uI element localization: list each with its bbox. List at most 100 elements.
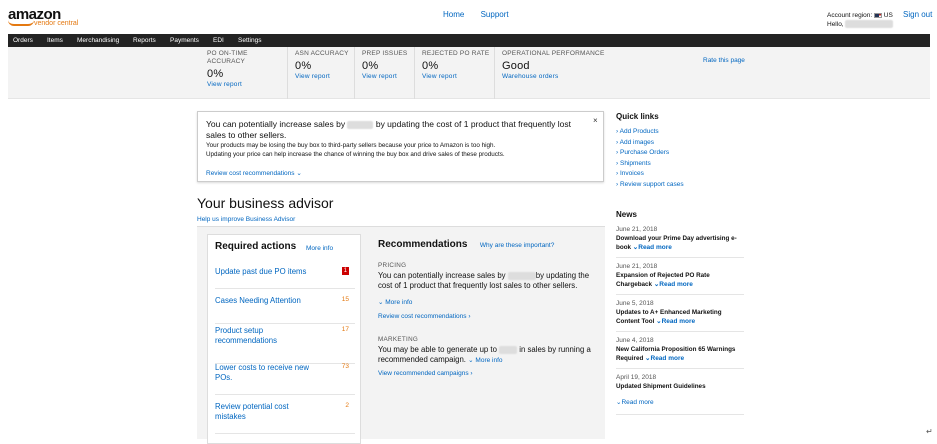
account-region[interactable]: US: [884, 12, 893, 19]
alert-message: You can potentially increase sales by by…: [206, 119, 586, 141]
pricing-caption: PRICING: [378, 262, 407, 269]
chevron-down-icon: ⌄: [296, 170, 302, 177]
news-item: June 21, 2018 Expansion of Rejected PO R…: [616, 262, 744, 295]
metric-prep-issues: PREP ISSUES 0% View report: [362, 50, 407, 80]
us-flag-icon: [873, 12, 882, 18]
action-count: 15: [341, 296, 349, 303]
read-more-link[interactable]: ⌄Read more: [633, 244, 672, 251]
news-title: News: [616, 210, 637, 219]
nav-reports[interactable]: Reports: [133, 37, 156, 44]
sales-alert-banner: You can potentially increase sales by by…: [197, 111, 604, 182]
top-links: Home Support: [443, 10, 523, 19]
read-more-link[interactable]: ⌄Read more: [654, 281, 693, 288]
required-action-item[interactable]: Update past due PO items 1: [215, 267, 355, 289]
marketing-more-info-link[interactable]: ⌄ More info: [468, 357, 502, 364]
metric-value: 0%: [207, 68, 224, 80]
account-info: Account region: US Hello,: [827, 11, 894, 29]
action-label[interactable]: Lower costs to receive new POs.: [215, 363, 315, 383]
required-action-item[interactable]: Cases Needing Attention 15: [215, 296, 355, 324]
quick-link-invoices[interactable]: › Invoices: [616, 169, 684, 180]
close-icon[interactable]: ×: [593, 116, 598, 125]
required-actions-title: Required actions: [215, 241, 297, 252]
required-actions-card: Required actions More info Update past d…: [207, 234, 361, 444]
action-count: 73: [341, 363, 349, 370]
nav-settings[interactable]: Settings: [238, 37, 262, 44]
rate-this-page-link[interactable]: Rate this page: [703, 57, 745, 64]
metrics-bar: PO ON-TIME ACCURACY 0% View report ASN A…: [8, 47, 930, 99]
quick-link-add-products[interactable]: › Add Products: [616, 127, 684, 138]
nav-merchandising[interactable]: Merchandising: [77, 37, 119, 44]
warehouse-orders-link[interactable]: Warehouse orders: [502, 73, 604, 80]
action-label[interactable]: Update past due PO items: [215, 267, 315, 277]
news-item: June 21, 2018 Download your Prime Day ad…: [616, 225, 744, 258]
read-more-link[interactable]: ⌄Read more: [616, 399, 654, 406]
amazon-vendor-central-logo[interactable]: amazon vendor central: [8, 7, 78, 27]
alert-detail-line: Updating your price can help increase th…: [206, 151, 505, 158]
read-more-link[interactable]: ⌄Read more: [645, 355, 684, 362]
news-item: June 5, 2018 Updates to A+ Enhanced Mark…: [616, 299, 744, 332]
quick-link-shipments[interactable]: › Shipments: [616, 159, 684, 170]
view-recommended-campaigns-link[interactable]: View recommended campaigns ›: [378, 370, 598, 377]
more-info-link[interactable]: More info: [306, 245, 333, 252]
nav-edi[interactable]: EDI: [213, 37, 224, 44]
required-action-item[interactable]: Lower costs to receive new POs. 73: [215, 363, 355, 395]
action-label[interactable]: Product setup recommendations: [215, 326, 315, 346]
alert-text-pre: You can potentially increase sales by: [206, 119, 346, 129]
pricing-more-info-link[interactable]: ⌄ More info: [378, 299, 412, 306]
pricing-text-pre: You can potentially increase sales by: [378, 271, 506, 280]
action-label[interactable]: Review potential cost mistakes: [215, 402, 315, 422]
metric-label: OPERATIONAL PERFORMANCE: [502, 50, 605, 57]
nav-payments[interactable]: Payments: [170, 37, 199, 44]
logo-subtitle: vendor central: [34, 20, 79, 27]
why-important-link[interactable]: Why are these important?: [480, 242, 554, 249]
news-date: June 21, 2018: [616, 263, 658, 270]
alert-detail-line: Your products may be losing the buy box …: [206, 142, 496, 149]
metric-po-on-time: PO ON-TIME ACCURACY 0% View report: [207, 50, 277, 88]
required-action-item[interactable]: Review potential cost mistakes 2: [215, 402, 355, 434]
quick-links-title: Quick links: [616, 112, 659, 121]
quick-link-review-support-cases[interactable]: › Review support cases: [616, 180, 684, 191]
pricing-text: You can potentially increase sales by by…: [378, 271, 598, 291]
metric-label: ASN ACCURACY: [295, 50, 349, 57]
metric-value: 0%: [422, 60, 439, 72]
sign-out-link[interactable]: Sign out: [903, 10, 932, 19]
marketing-text: You may be able to generate up to in sal…: [378, 345, 598, 366]
divider: [494, 47, 495, 99]
metric-rejected-po-rate: REJECTED PO RATE 0% View report: [422, 50, 489, 80]
review-cost-recommendations-link[interactable]: Review cost recommendations ›: [378, 313, 598, 320]
quick-link-purchase-orders[interactable]: › Purchase Orders: [616, 148, 684, 159]
view-report-link[interactable]: View report: [422, 73, 489, 80]
divider: [287, 47, 288, 99]
action-count: 2: [345, 402, 349, 409]
news-panel: News June 21, 2018 Download your Prime D…: [616, 210, 744, 419]
marketing-text-pre: You may be able to generate up to: [378, 345, 497, 354]
support-link[interactable]: Support: [481, 10, 509, 19]
help-improve-advisor-link[interactable]: Help us improve Business Advisor: [197, 216, 295, 223]
metric-value: 0%: [295, 60, 312, 72]
read-more-link[interactable]: ⌄Read more: [656, 318, 695, 325]
quick-links: Quick links › Add Products › Add images …: [616, 112, 684, 190]
news-date: June 21, 2018: [616, 226, 658, 233]
metric-value: 0%: [362, 60, 379, 72]
view-report-link[interactable]: View report: [362, 73, 407, 80]
review-cost-recommendations-link[interactable]: Review cost recommendations ⌄: [206, 169, 302, 177]
nav-orders[interactable]: Orders: [13, 37, 33, 44]
logo-smile-icon: [8, 20, 34, 26]
quick-link-add-images[interactable]: › Add images: [616, 138, 684, 149]
metric-label: PREP ISSUES: [362, 50, 408, 57]
metric-label: PO ON-TIME ACCURACY: [207, 50, 248, 65]
view-report-link[interactable]: View report: [207, 81, 277, 88]
view-report-link[interactable]: View report: [295, 73, 349, 80]
metric-operational-performance: OPERATIONAL PERFORMANCE Good Warehouse o…: [502, 50, 604, 80]
action-label[interactable]: Cases Needing Attention: [215, 296, 315, 306]
top-bar: amazon vendor central Home Support Accou…: [0, 0, 937, 34]
news-date: June 5, 2018: [616, 300, 654, 307]
recommendations-card: Recommendations Why are these important?…: [378, 234, 598, 377]
metric-value: Good: [502, 60, 530, 72]
news-date: June 4, 2018: [616, 337, 654, 344]
nav-items[interactable]: Items: [47, 37, 63, 44]
redacted-amount: [507, 271, 536, 280]
home-link[interactable]: Home: [443, 10, 464, 19]
divider: [414, 47, 415, 99]
required-action-item[interactable]: Product setup recommendations 17: [215, 326, 355, 364]
